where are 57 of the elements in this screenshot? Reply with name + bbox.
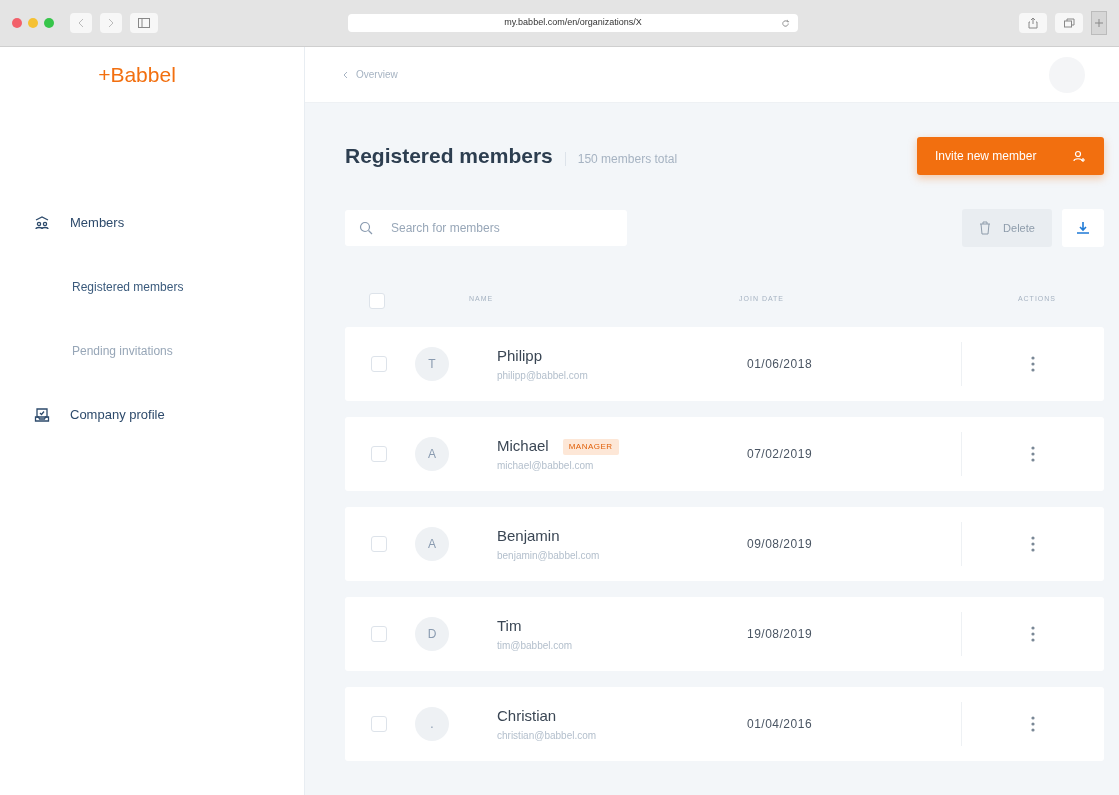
member-email: tim@babbel.com [497, 638, 574, 653]
nav-item[interactable]: Company profile [70, 405, 165, 425]
join-date: 09/08/2019 [747, 536, 814, 553]
member-name: Michael [497, 436, 549, 457]
back-icon[interactable] [70, 13, 92, 33]
chevron-left-icon [343, 70, 348, 79]
member-name: Tim [497, 616, 522, 637]
search-icon [359, 221, 373, 235]
join-date: 19/08/2019 [747, 626, 814, 643]
nav-item[interactable]: Members [70, 213, 125, 233]
join-date: 07/02/2019 [747, 446, 814, 463]
avatar: A [415, 437, 449, 471]
checkbox[interactable] [371, 716, 387, 732]
member-row[interactable]: D Tim tim@babbel.com 19/08/2019 [345, 597, 1104, 671]
avatar: T [415, 347, 449, 381]
tabs-icon[interactable] [1055, 13, 1083, 33]
member-email: philipp@babbel.com [497, 368, 589, 383]
role-badge: MANAGER [562, 438, 619, 455]
address-bar[interactable]: my.babbel.com/en/organizations/X [348, 14, 798, 32]
member-name: Christian [497, 706, 557, 727]
add-user-icon [1072, 149, 1086, 163]
minimize-window-icon[interactable] [28, 18, 38, 28]
download-button[interactable] [1062, 209, 1104, 247]
people-icon [34, 215, 50, 231]
member-name: Benjamin [497, 526, 560, 547]
close-window-icon[interactable] [12, 18, 22, 28]
member-row[interactable]: A Michael MANAGER michael@babbel.com 07/02/2019 [345, 417, 1104, 491]
download-icon [1076, 221, 1090, 235]
inbox-check-icon [34, 407, 50, 423]
checkbox[interactable] [371, 446, 387, 462]
avatar: . [415, 707, 449, 741]
member-name: Philipp [497, 346, 543, 367]
member-row[interactable]: . Christian christian@babbel.com 01/04/2016 [345, 687, 1104, 761]
member-row[interactable]: T Philipp philipp@babbel.com 01/06/2018 [345, 327, 1104, 401]
member-email: benjamin@babbel.com [497, 548, 601, 563]
checkbox[interactable] [369, 292, 385, 309]
trash-icon [979, 221, 992, 235]
checkbox[interactable] [371, 356, 387, 372]
reload-icon[interactable] [781, 18, 790, 28]
forward-icon[interactable] [100, 13, 122, 33]
nav-subitem[interactable]: Registered members [72, 278, 184, 296]
search-field[interactable]: Search for members [345, 210, 627, 246]
sidebar-toggle-icon[interactable] [130, 13, 158, 33]
member-count: 150 members total [577, 151, 678, 168]
avatar: A [415, 527, 449, 561]
member-email: michael@babbel.com [497, 458, 595, 473]
page-title: Registered members [345, 143, 553, 170]
avatar: D [415, 617, 449, 651]
join-date: 01/06/2018 [747, 356, 814, 373]
new-tab-icon[interactable] [1091, 11, 1107, 35]
maximize-window-icon[interactable] [44, 18, 54, 28]
member-row[interactable]: A Benjamin benjamin@babbel.com 09/08/2019 [345, 507, 1104, 581]
share-icon[interactable] [1019, 13, 1047, 33]
member-email: christian@babbel.com [497, 728, 598, 743]
checkbox[interactable] [371, 536, 387, 552]
join-date: 01/04/2016 [747, 716, 814, 733]
checkbox[interactable] [371, 626, 387, 642]
